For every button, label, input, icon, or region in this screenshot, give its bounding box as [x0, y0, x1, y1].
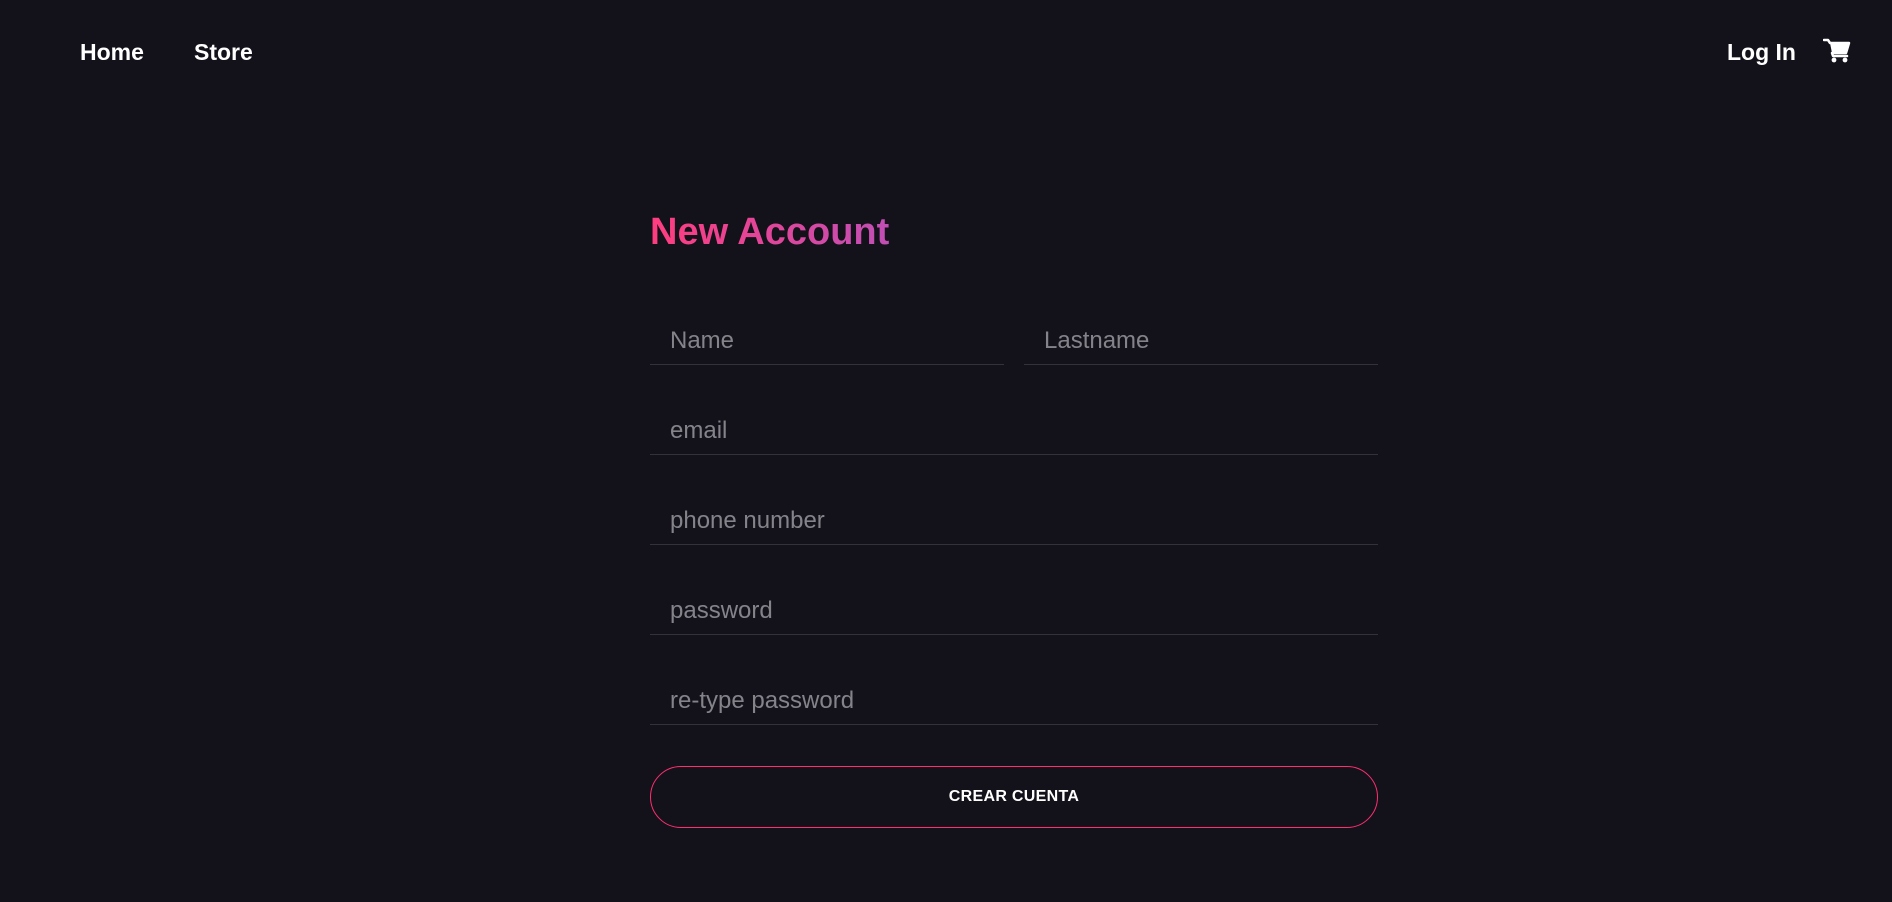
nav-link-home[interactable]: Home: [80, 38, 144, 66]
lastname-input[interactable]: [1024, 317, 1378, 365]
retype-password-input[interactable]: [650, 677, 1378, 725]
name-input[interactable]: [650, 317, 1004, 365]
nav-link-store[interactable]: Store: [194, 38, 253, 66]
password-input[interactable]: [650, 587, 1378, 635]
create-account-button[interactable]: CREAR CUENTA: [650, 766, 1378, 828]
top-navbar: Home Store Log In: [0, 0, 1892, 106]
page-title: New Account: [650, 211, 890, 253]
nav-link-login[interactable]: Log In: [1727, 38, 1796, 66]
email-input[interactable]: [650, 407, 1378, 455]
phone-number-input[interactable]: [650, 497, 1378, 545]
shopping-cart-icon[interactable]: [1822, 38, 1851, 64]
